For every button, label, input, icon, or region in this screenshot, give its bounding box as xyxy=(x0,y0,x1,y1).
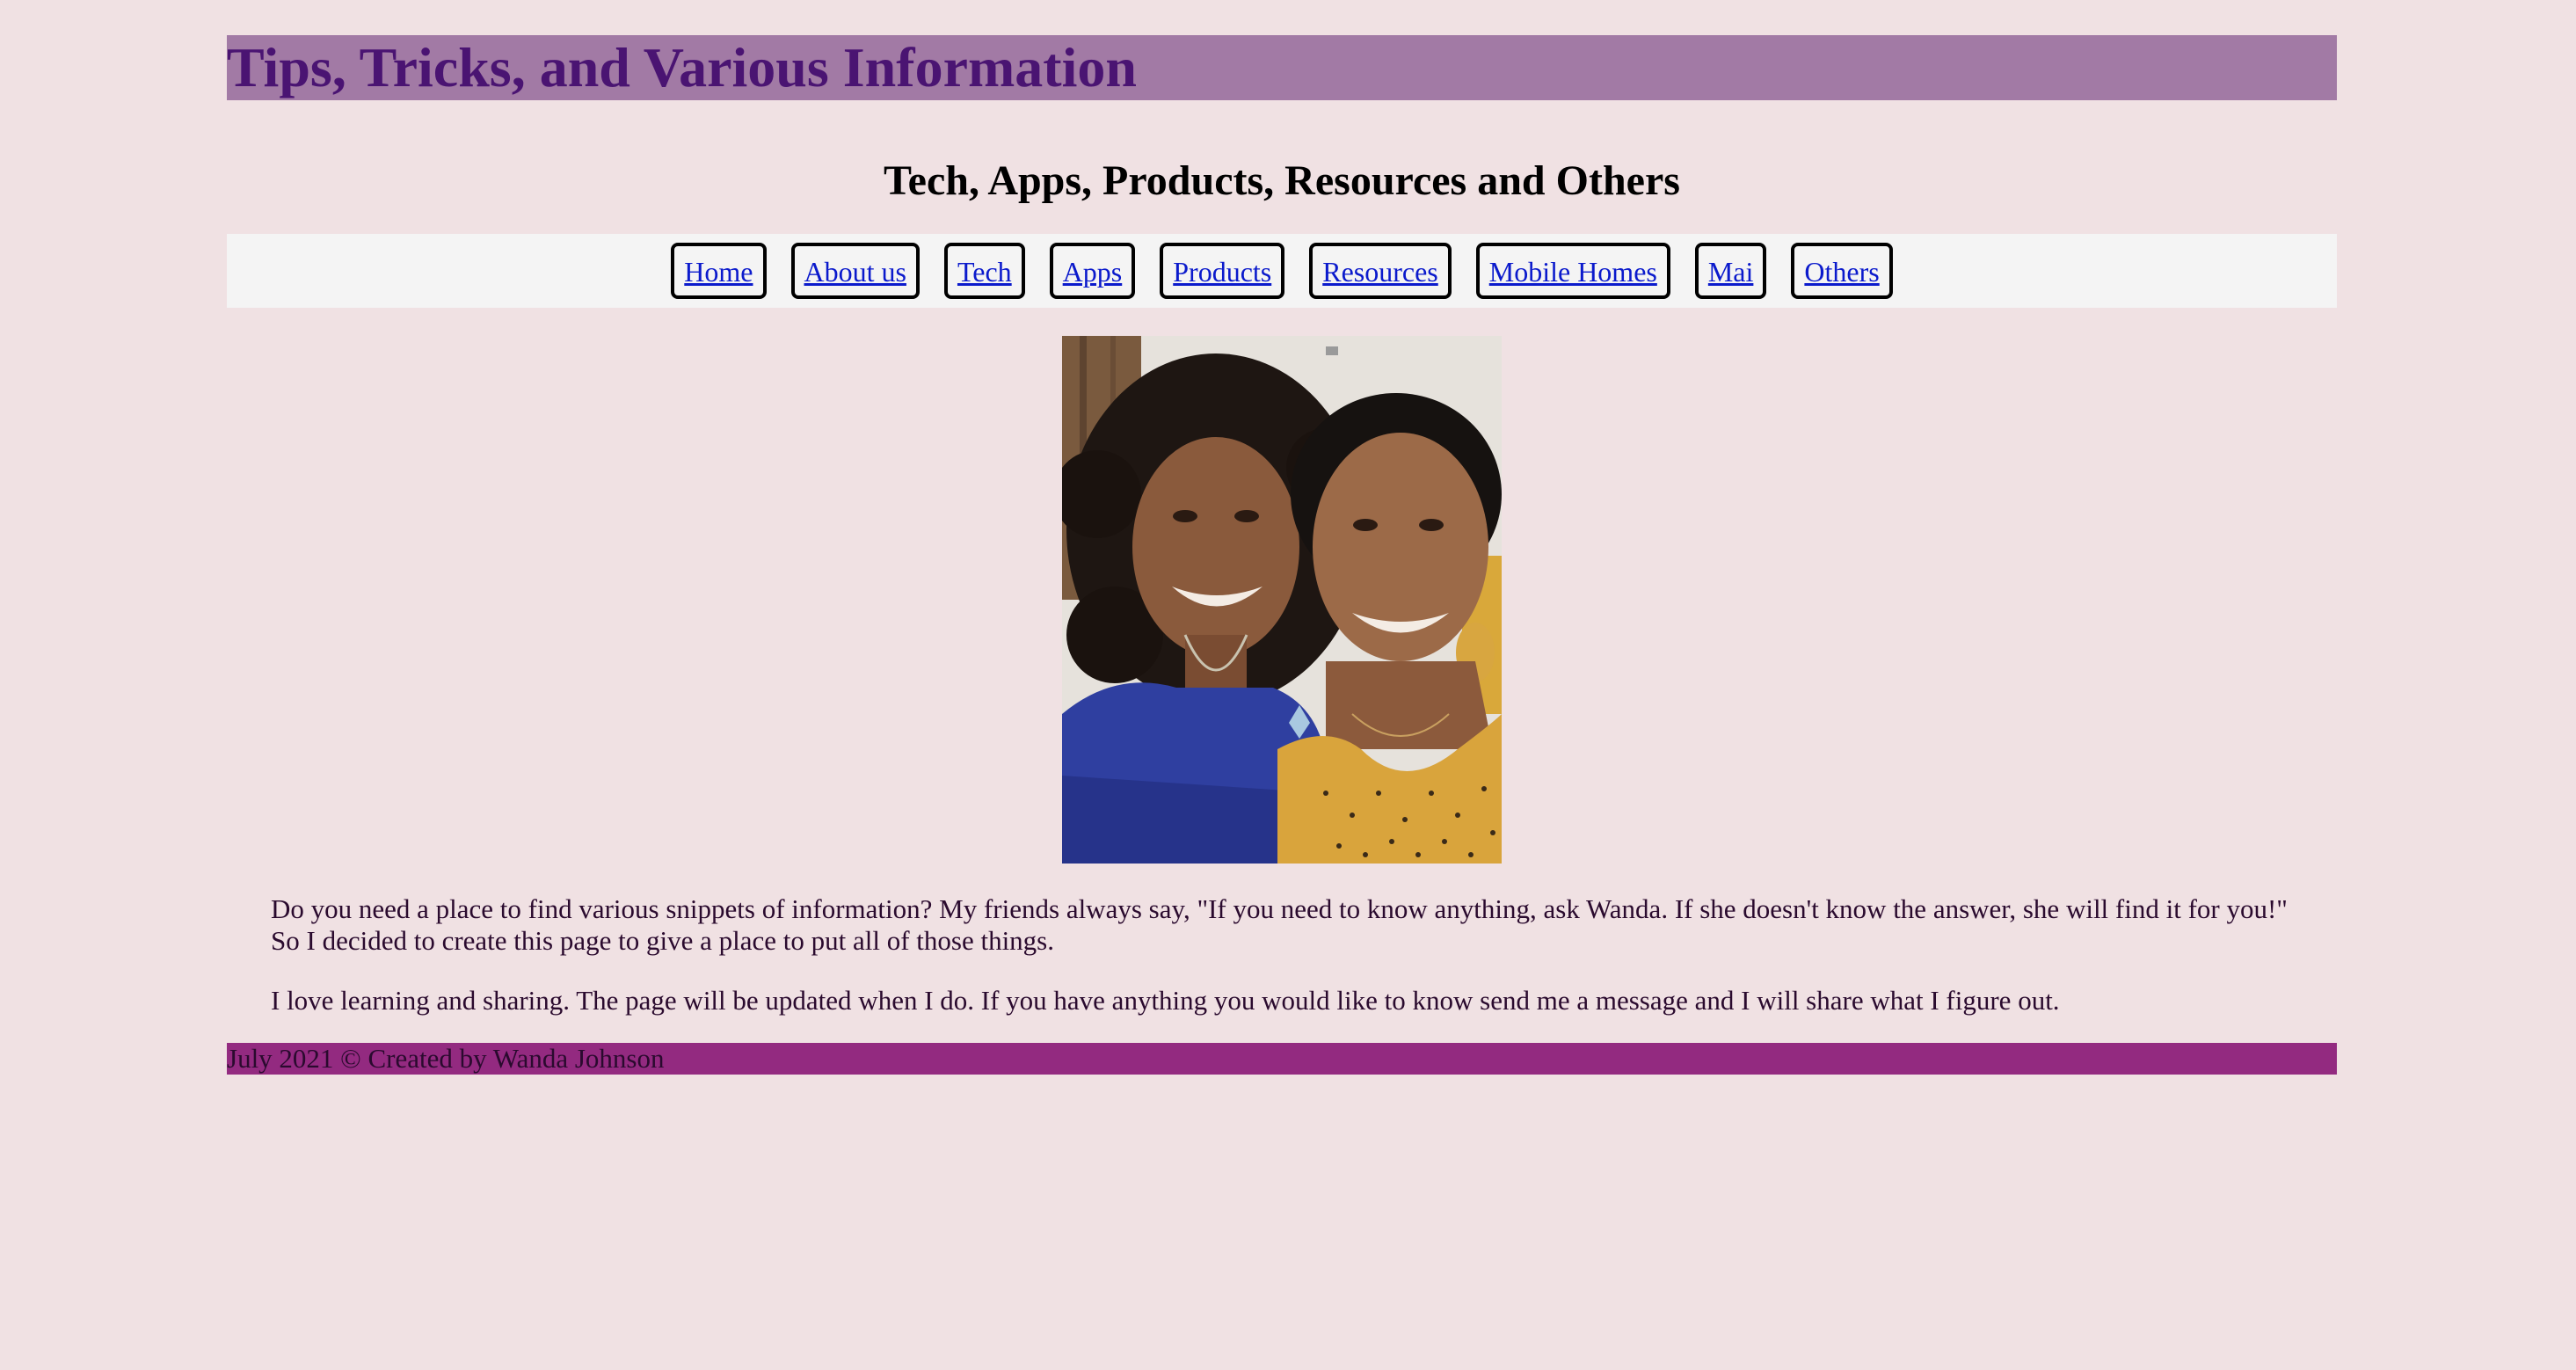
nav-link-tech[interactable]: Tech xyxy=(943,243,1025,299)
nav-link-mai[interactable]: Mai xyxy=(1694,243,1767,299)
main-nav: Home About us Tech Apps Products Resourc… xyxy=(227,234,2337,308)
site-title: Tips, Tricks, and Various Information xyxy=(227,35,2337,100)
nav-link-resources[interactable]: Resources xyxy=(1309,243,1452,299)
profile-photo xyxy=(1062,336,1502,864)
photo-container xyxy=(227,336,2337,864)
site-subtitle: Tech, Apps, Products, Resources and Othe… xyxy=(884,157,1680,204)
intro-content: Do you need a place to find various snip… xyxy=(227,893,2337,1017)
intro-paragraph: Do you need a place to find various snip… xyxy=(271,893,2288,956)
nav-link-mobile-homes[interactable]: Mobile Homes xyxy=(1475,243,1670,299)
nav-link-products[interactable]: Products xyxy=(1160,243,1285,299)
page-container: Tips, Tricks, and Various Information Te… xyxy=(227,35,2337,1075)
nav-link-others[interactable]: Others xyxy=(1791,243,1893,299)
nav-link-apps[interactable]: Apps xyxy=(1049,243,1136,299)
nav-link-home[interactable]: Home xyxy=(671,243,767,299)
page-footer: July 2021 © Created by Wanda Johnson xyxy=(227,1043,2337,1075)
intro-paragraph: I love learning and sharing. The page wi… xyxy=(271,985,2060,1016)
nav-link-about-us[interactable]: About us xyxy=(790,243,920,299)
